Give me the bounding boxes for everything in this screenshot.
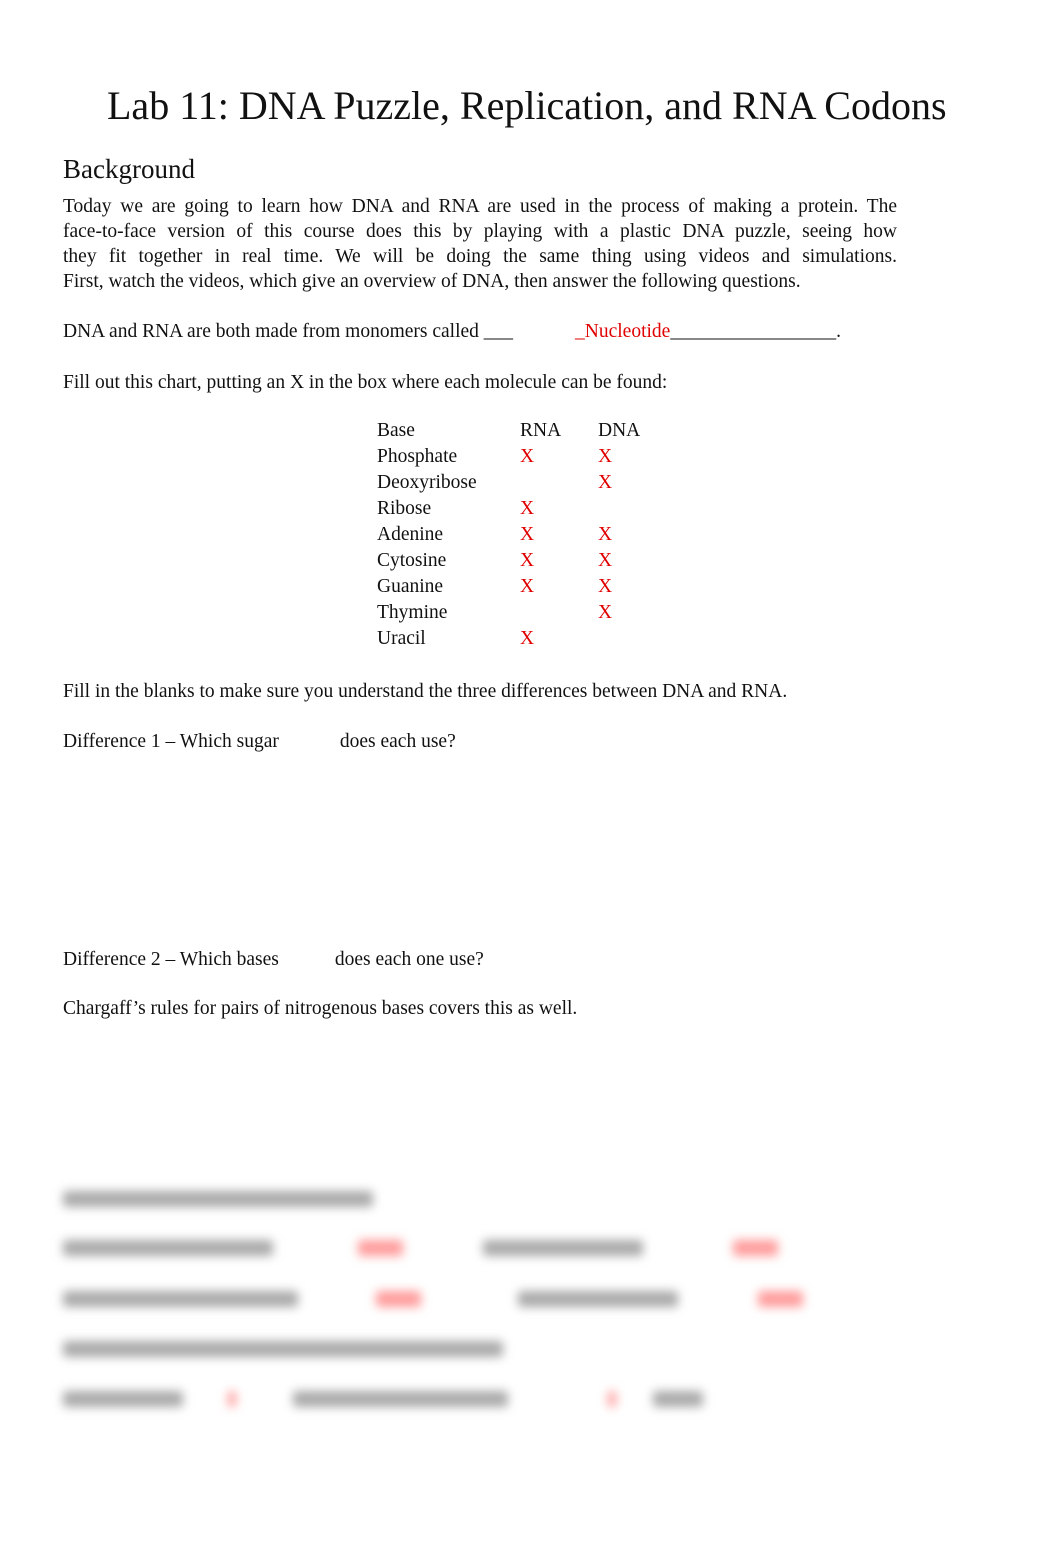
molecule-name: Phosphate [377, 446, 458, 467]
answer-blank: _________________. [670, 321, 841, 342]
page-title: Lab 11: DNA Puzzle, Replication, and RNA… [107, 83, 947, 128]
rna-mark[interactable]: X [520, 628, 534, 650]
intro-paragraph: Today we are going to learn how DNA and … [63, 194, 897, 294]
rna-mark[interactable]: X [520, 550, 534, 572]
difference-2: Difference 2 – Which bases does each one … [63, 947, 484, 972]
dna-mark[interactable]: X [598, 524, 612, 546]
molecule-name: Cytosine [377, 550, 447, 571]
section-heading: Background [63, 154, 195, 184]
difference-1-text-end: does each use? [339, 731, 456, 752]
molecule-name: Thymine [377, 602, 448, 623]
chart-instruction: Fill out this chart, putting an X in the… [63, 372, 668, 393]
question-text: DNA and RNA are both made from monomers … [63, 321, 514, 342]
dna-mark[interactable]: X [598, 472, 612, 494]
molecule-name: Deoxyribose [377, 472, 477, 493]
molecule-name: Adenine [377, 524, 444, 545]
dna-mark[interactable]: X [598, 446, 612, 468]
rna-mark[interactable]: X [520, 524, 534, 546]
dna-mark[interactable]: X [598, 550, 612, 572]
difference-2-text-end: does each one use? [334, 949, 484, 970]
blurred-preview-section [58, 1185, 978, 1415]
molecule-name: Ribose [377, 498, 432, 519]
dna-mark[interactable]: X [598, 602, 612, 624]
difference-2-text: Difference 2 – Which bases [63, 949, 279, 970]
molecule-name: Guanine [377, 576, 444, 597]
intro-line: they fit together in real time. We will … [63, 246, 897, 267]
header-base: Base [377, 420, 415, 441]
difference-1-text: Difference 1 – Which sugar [63, 731, 279, 752]
rna-mark[interactable]: X [520, 576, 534, 598]
rna-mark[interactable]: X [520, 446, 534, 468]
intro-line: Today we are going to learn how DNA and … [63, 196, 897, 217]
answer-text[interactable]: _Nucleotide [575, 321, 670, 342]
header-dna: DNA [598, 420, 641, 441]
rna-mark[interactable]: X [520, 498, 534, 520]
intro-line: face-to-face version of this course does… [63, 221, 897, 242]
intro-line: First, watch the videos, which give an o… [63, 271, 801, 292]
molecule-name: Uracil [377, 628, 426, 649]
monomer-question: DNA and RNA are both made from monomers … [63, 319, 841, 344]
chargaff-text: Chargaff’s rules for pairs of nitrogenou… [63, 998, 578, 1019]
dna-mark[interactable]: X [598, 576, 612, 598]
differences-instruction: Fill in the blanks to make sure you unde… [63, 681, 788, 702]
difference-1: Difference 1 – Which sugar does each use? [63, 729, 456, 754]
header-rna: RNA [520, 420, 562, 441]
